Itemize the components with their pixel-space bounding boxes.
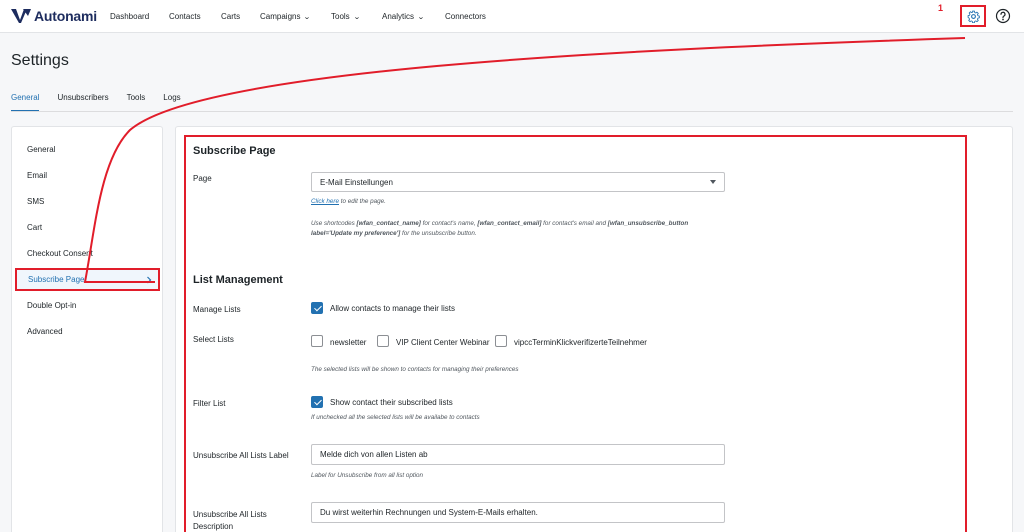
manage-lists-label: Manage Lists: [193, 305, 241, 314]
filter-list-hint: If unchecked all the selected lists will…: [311, 414, 480, 421]
gear-icon: [967, 10, 980, 23]
nav-label: Contacts: [169, 12, 201, 21]
top-bar: Autonami Dashboard Contacts Carts Campai…: [0, 0, 1024, 33]
shortcode-hint: Use shortcodes [wfan_contact_name] for c…: [311, 219, 731, 239]
select-lists-label: Select Lists: [193, 335, 234, 344]
nav-label: Connectors: [445, 12, 486, 21]
sidebar-item-email[interactable]: Email: [27, 171, 47, 180]
filter-list-checkbox-label: Show contact their subscribed lists: [330, 398, 453, 407]
manage-lists-checkbox-label: Allow contacts to manage their lists: [330, 304, 455, 313]
annotation-number: 1: [938, 3, 944, 13]
nav-label: Dashboard: [110, 12, 150, 21]
brand-name: Autonami: [34, 8, 97, 24]
label-line: Unsubscribe All Lists: [193, 510, 267, 519]
edit-page-text: to edit the page.: [339, 198, 386, 205]
hint-text: for contact's name,: [420, 220, 478, 227]
unsubscribe-description-label: Unsubscribe All Lists Description: [193, 509, 267, 532]
unsubscribe-all-label: Unsubscribe All Lists Label: [193, 451, 289, 460]
nav-label: Analytics: [382, 12, 415, 21]
shortcode: [wfan_contact_email]: [477, 220, 542, 227]
help-icon: [995, 8, 1011, 24]
brand-logo[interactable]: Autonami: [11, 8, 97, 24]
tab-general[interactable]: General: [11, 90, 40, 112]
page-select[interactable]: E-Mail Einstellungen: [311, 172, 725, 192]
page-title: Settings: [11, 52, 69, 69]
unsubscribe-all-hint: Label for Unsubscribe from all list opti…: [311, 472, 423, 479]
sidebar-item-cart[interactable]: Cart: [27, 223, 42, 232]
unsubscribe-all-input[interactable]: Melde dich von allen Listen ab: [311, 444, 725, 465]
nav-analytics[interactable]: Analytics ⌄: [382, 12, 425, 21]
nav-contacts[interactable]: Contacts: [169, 12, 201, 21]
shortcode: label='Update my preference']: [311, 230, 401, 237]
unsubscribe-description-input[interactable]: Du wirst weiterhin Rechnungen und System…: [311, 502, 725, 523]
select-lists-hint: The selected lists will be shown to cont…: [311, 366, 519, 373]
tab-unsubscribers[interactable]: Unsubscribers: [57, 90, 108, 112]
caret-down-icon: [710, 180, 716, 184]
help-button[interactable]: [995, 8, 1011, 24]
settings-tabs: General Unsubscribers Tools Logs: [11, 90, 199, 112]
list-checkbox-label: VIP Client Center Webinar: [396, 338, 490, 347]
shortcode: [wfan_unsubscribe_button: [607, 220, 689, 227]
list-checkbox-vip-webinar[interactable]: [377, 335, 389, 347]
autonami-logo-icon: [11, 9, 31, 23]
chevron-down-icon: ⌄: [352, 13, 361, 21]
settings-button[interactable]: [960, 5, 986, 27]
nav-label: Carts: [221, 12, 241, 21]
filter-list-label: Filter List: [193, 399, 226, 408]
edit-page-hint: Click here to edit the page.: [311, 197, 386, 207]
chevron-right-icon: [147, 276, 152, 283]
manage-lists-checkbox[interactable]: [311, 302, 323, 314]
sidebar-item-advanced[interactable]: Advanced: [27, 327, 63, 336]
edit-page-link[interactable]: Click here: [311, 198, 339, 205]
sidebar-item-double-opt-in[interactable]: Double Opt-in: [27, 301, 76, 310]
page-select-value: E-Mail Einstellungen: [320, 177, 393, 187]
nav-connectors[interactable]: Connectors: [445, 12, 486, 21]
nav-campaigns[interactable]: Campaigns ⌄: [260, 12, 312, 21]
settings-sidebar: General Email SMS Cart Checkout Consent …: [11, 126, 163, 532]
hint-text: for the unsubscribe button.: [400, 230, 477, 237]
sidebar-item-sms[interactable]: SMS: [27, 197, 44, 206]
tab-tools[interactable]: Tools: [127, 90, 146, 112]
list-checkbox-label: vipccTerminKlickverifizerteTeilnehmer: [514, 338, 647, 347]
tab-logs[interactable]: Logs: [163, 90, 180, 112]
sidebar-item-checkout-consent[interactable]: Checkout Consent: [27, 249, 93, 258]
nav-label: Campaigns: [260, 12, 301, 21]
chevron-down-icon: ⌄: [417, 13, 425, 21]
nav-tools[interactable]: Tools ⌄: [331, 12, 360, 21]
nav-carts[interactable]: Carts: [221, 12, 240, 21]
list-checkbox-label: newsletter: [330, 338, 367, 347]
shortcode: [wfan_contact_name]: [356, 220, 421, 227]
sidebar-item-label: Subscribe Page: [28, 275, 85, 284]
subscribe-page-heading: Subscribe Page: [193, 145, 276, 157]
sidebar-item-general[interactable]: General: [27, 145, 55, 154]
nav-dashboard[interactable]: Dashboard: [110, 12, 149, 21]
highlight-box: [184, 135, 967, 532]
nav-label: Tools: [331, 12, 350, 21]
label-line: Description: [193, 522, 234, 531]
sidebar-item-subscribe-page[interactable]: Subscribe Page: [15, 268, 160, 291]
filter-list-checkbox[interactable]: [311, 396, 323, 408]
tabs-divider: [11, 111, 1013, 112]
hint-text: for contact's email and: [541, 220, 608, 227]
list-management-heading: List Management: [193, 274, 283, 286]
chevron-down-icon: ⌄: [303, 13, 312, 21]
list-checkbox-newsletter[interactable]: [311, 335, 323, 347]
list-checkbox-vipcc[interactable]: [495, 335, 507, 347]
hint-text: Use shortcodes: [311, 220, 357, 227]
page-label: Page: [193, 174, 212, 183]
